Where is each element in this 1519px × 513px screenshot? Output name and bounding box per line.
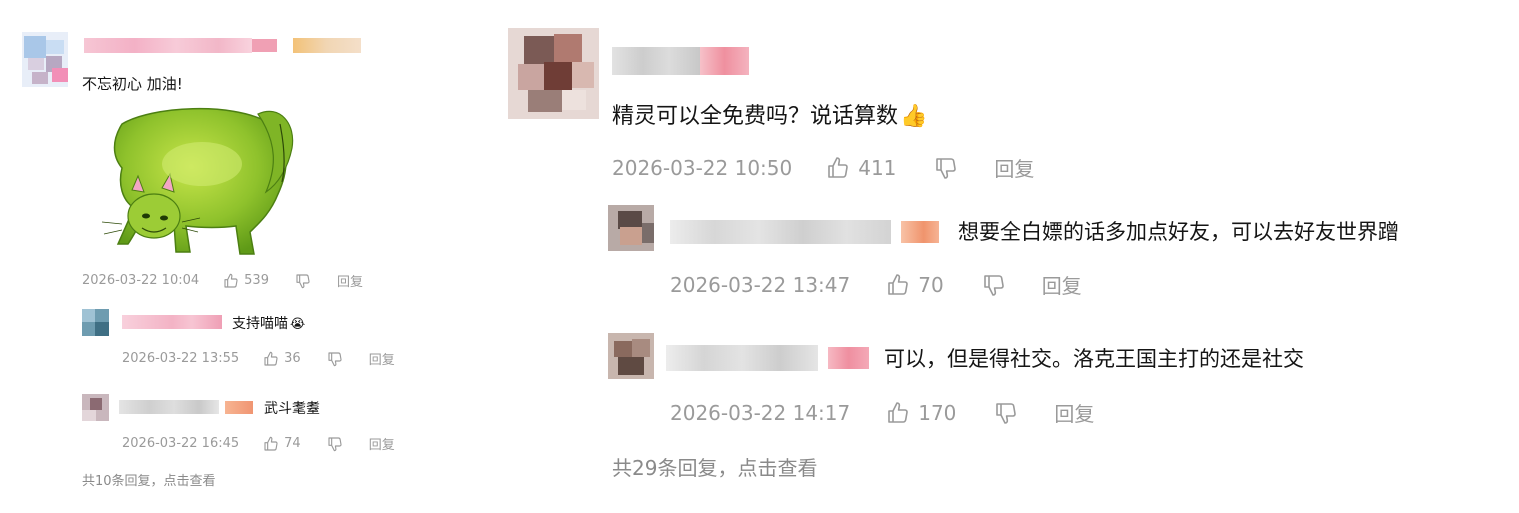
left-reply-1-dislike-button[interactable]: [327, 351, 343, 367]
left-reply-2-username[interactable]: [119, 400, 219, 414]
left-reply-2-text: 武斗耄耋: [264, 401, 320, 417]
right-reply-2-avatar[interactable]: [608, 333, 654, 379]
right-reply-button[interactable]: 回复: [994, 153, 1034, 182]
right-like-count: 411: [858, 155, 897, 180]
thumbs-down-icon: [295, 273, 311, 289]
left-reply-1-like-count: 36: [284, 351, 301, 366]
right-reply-2-reply-button[interactable]: 回复: [1054, 398, 1094, 427]
left-reply-2-reply-button[interactable]: 回复: [369, 434, 395, 453]
right-reply-1-like-button[interactable]: 70: [886, 272, 944, 297]
left-reply-1-like-button[interactable]: 36: [263, 351, 301, 367]
thumbs-down-icon: [327, 436, 343, 452]
left-comment-level-badge: [293, 38, 361, 53]
left-reply-2-badge: [225, 401, 253, 414]
thumbs-up-icon: [826, 156, 850, 180]
left-reply-1-avatar[interactable]: [82, 309, 109, 336]
left-reply-2-like-count: 74: [284, 436, 301, 451]
left-comment-avatar[interactable]: [22, 32, 68, 87]
thumbs-down-icon: [934, 156, 958, 180]
left-comment-text: 不忘初心 加油!: [82, 75, 183, 93]
left-comment-username[interactable]: [84, 38, 277, 53]
right-reply-1-reply-button[interactable]: 回复: [1042, 270, 1082, 299]
right-more-replies-link[interactable]: 共29条回复，点击查看: [612, 452, 817, 481]
right-reply-1-timestamp: 2026-03-22 13:47: [670, 272, 851, 297]
thumbs-down-icon: [994, 401, 1018, 425]
right-comment-text: 精灵可以全免费吗？说话算数: [612, 104, 899, 129]
left-reply-2-avatar[interactable]: [82, 394, 109, 421]
right-comment-timestamp: 2026-03-22 10:50: [612, 155, 793, 180]
right-reply-1-dislike-button[interactable]: [982, 273, 1006, 297]
right-reply-2-text: 可以，但是得社交。洛克王国主打的还是社交: [884, 347, 1304, 371]
left-reply-1-text: 支持喵喵: [232, 316, 288, 332]
thumbs-up-icon: [263, 436, 279, 452]
left-reply-button[interactable]: 回复: [337, 271, 363, 290]
right-reply-2-timestamp: 2026-03-22 14:17: [670, 400, 851, 425]
right-reply-2-like-count: 170: [918, 400, 957, 425]
left-like-button[interactable]: 539: [223, 273, 269, 289]
right-reply-1-username[interactable]: [670, 220, 891, 244]
right-reply-2-username[interactable]: [666, 345, 818, 371]
right-reply-2-badge: [828, 347, 869, 369]
right-like-button[interactable]: 411: [826, 156, 896, 180]
right-comment-username[interactable]: [612, 47, 700, 75]
thumbs-down-icon: [982, 273, 1006, 297]
thumbs-down-icon: [327, 351, 343, 367]
crying-emoji-icon: 😭: [290, 317, 306, 332]
left-like-count: 539: [244, 273, 269, 288]
right-reply-2-dislike-button[interactable]: [994, 401, 1018, 425]
right-reply-1-like-count: 70: [918, 272, 944, 297]
right-dislike-button[interactable]: [934, 156, 958, 180]
right-comment-avatar[interactable]: [508, 28, 599, 119]
thumbs-up-emoji-icon: 👍: [900, 104, 928, 129]
left-reply-2-dislike-button[interactable]: [327, 436, 343, 452]
thumbs-up-icon: [886, 401, 910, 425]
left-more-replies-link[interactable]: 共10条回复，点击查看: [82, 470, 216, 489]
left-reply-2-like-button[interactable]: 74: [263, 436, 301, 452]
left-reply-2-timestamp: 2026-03-22 16:45: [122, 436, 240, 451]
thumbs-up-icon: [263, 351, 279, 367]
right-reply-1-avatar[interactable]: [608, 205, 654, 251]
green-cat-sticker[interactable]: [82, 104, 306, 261]
left-reply-1-username[interactable]: [122, 315, 222, 329]
left-reply-1-reply-button[interactable]: 回复: [369, 349, 395, 368]
right-reply-1-text: 想要全白嫖的话多加点好友，可以去好友世界蹭: [958, 220, 1399, 244]
left-reply-1-timestamp: 2026-03-22 13:55: [122, 351, 240, 366]
left-dislike-button[interactable]: [295, 273, 311, 289]
thumbs-up-icon: [886, 273, 910, 297]
left-comment-timestamp: 2026-03-22 10:04: [82, 273, 200, 288]
thumbs-up-icon: [223, 273, 239, 289]
right-comment-badge: [700, 47, 749, 75]
right-reply-1-badge: [901, 221, 939, 243]
right-reply-2-like-button[interactable]: 170: [886, 401, 956, 425]
